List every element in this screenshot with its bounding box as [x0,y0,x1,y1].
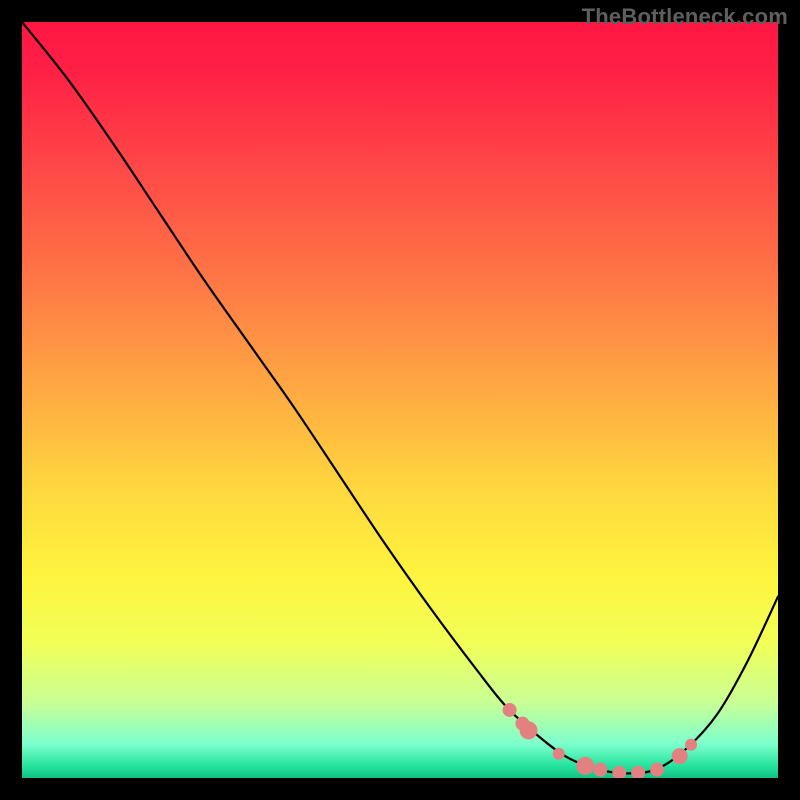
marker-dot [685,739,697,751]
marker-dot [520,721,538,739]
marker-dot [672,748,688,764]
marker-dot [503,703,517,717]
chart-background [22,22,778,778]
chart-svg [22,22,778,778]
marker-dot [650,763,664,777]
marker-dot [553,748,565,760]
marker-dot [576,757,594,775]
plot-area [22,22,778,778]
chart-frame: TheBottleneck.com [0,0,800,800]
marker-dot [593,763,607,777]
watermark-text: TheBottleneck.com [582,4,788,30]
